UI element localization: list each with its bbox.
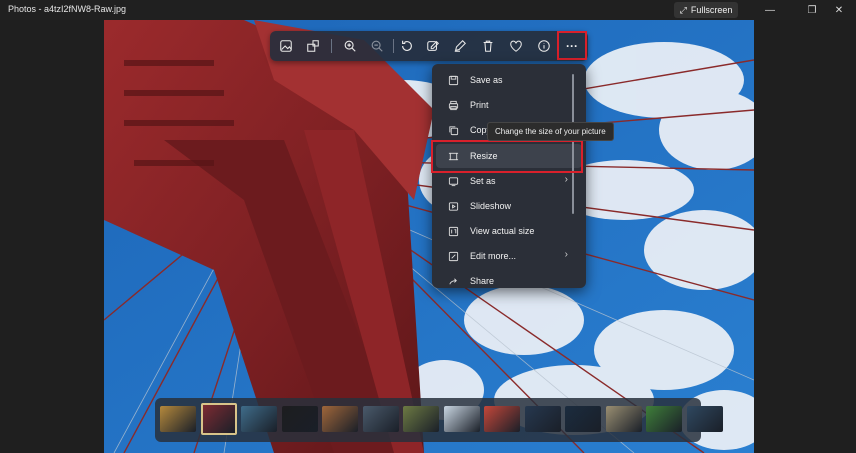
resize-tooltip: Change the size of your picture <box>487 122 614 141</box>
actual-size-icon <box>446 224 460 238</box>
fullscreen-button[interactable]: ⤢ Fullscreen <box>674 2 738 18</box>
filmstrip-thumbnail[interactable] <box>524 406 561 432</box>
share-icon <box>446 274 460 288</box>
menu-item-label: Slideshow <box>470 201 512 211</box>
photo-toolbar: ··· <box>270 31 588 61</box>
fullscreen-label: Fullscreen <box>690 5 733 15</box>
delete-icon[interactable] <box>478 36 498 56</box>
filmstrip-thumbnail[interactable] <box>686 406 723 432</box>
edit-image-icon[interactable] <box>423 36 443 56</box>
zoom-out-icon[interactable] <box>367 36 387 56</box>
filmstrip-thumbnail[interactable] <box>484 406 520 432</box>
menu-item-label: Share <box>470 276 495 286</box>
close-button[interactable]: ✕ <box>822 0 856 20</box>
set-as-icon <box>446 174 460 188</box>
zoom-in-icon[interactable] <box>340 36 360 56</box>
filmstrip-thumbnail[interactable] <box>362 406 399 432</box>
menu-item-label: Print <box>470 100 489 110</box>
title-bar: Photos - a4tzI2fNW8-Raw.jpg ⤢ Fullscreen… <box>0 0 856 20</box>
resize-item-highlight <box>431 140 583 173</box>
crop-icon[interactable] <box>303 36 323 56</box>
draw-icon[interactable] <box>450 36 470 56</box>
filmstrip-thumbnail[interactable] <box>241 406 277 432</box>
info-icon[interactable] <box>534 36 554 56</box>
menu-item-edit-more[interactable]: Edit more... › <box>436 244 582 268</box>
more-options-menu: Save as Print Copy Resize Set as › Slide… <box>432 64 586 288</box>
filmstrip-thumbnail[interactable] <box>443 406 480 432</box>
menu-item-label: View actual size <box>470 226 535 236</box>
edit-more-icon <box>446 249 460 263</box>
print-icon <box>446 98 460 112</box>
chevron-right-icon: › <box>564 249 568 260</box>
filmstrip-thumbnail[interactable] <box>322 406 358 432</box>
toolbar-divider <box>393 39 394 53</box>
close-icon: ✕ <box>834 4 844 16</box>
maximize-icon: ❐ <box>807 4 817 16</box>
menu-item-view-actual-size[interactable]: View actual size <box>436 219 582 243</box>
toolbar-divider <box>331 39 332 53</box>
minimize-icon: — <box>765 4 775 16</box>
menu-item-label: Edit more... <box>470 251 517 261</box>
minimize-button[interactable]: — <box>753 0 787 20</box>
slideshow-icon <box>446 199 460 213</box>
menu-item-slideshow[interactable]: Slideshow <box>436 194 582 218</box>
menu-item-label: Set as <box>470 176 496 186</box>
filmstrip-thumbnail[interactable] <box>646 406 682 432</box>
save-icon <box>446 73 460 87</box>
image-icon[interactable] <box>276 36 296 56</box>
fullscreen-icon: ⤢ <box>679 4 687 15</box>
menu-item-label: Save as <box>470 75 503 85</box>
favorite-icon[interactable] <box>506 36 526 56</box>
more-button-highlight <box>557 31 587 60</box>
filmstrip-thumbnail[interactable] <box>160 406 196 432</box>
copy-icon <box>446 123 460 137</box>
filmstrip-thumbnail[interactable] <box>565 406 601 432</box>
filmstrip-thumbnail[interactable] <box>200 403 237 435</box>
filmstrip-thumbnail[interactable] <box>605 406 642 432</box>
photo-image <box>104 20 754 453</box>
filmstrip <box>155 398 723 442</box>
chevron-right-icon: › <box>564 174 568 185</box>
filmstrip-thumbnail[interactable] <box>281 406 318 432</box>
photo-canvas[interactable] <box>104 20 754 453</box>
rotate-icon[interactable] <box>397 36 417 56</box>
menu-item-share[interactable]: Share <box>436 269 582 288</box>
window-title: Photos - a4tzI2fNW8-Raw.jpg <box>8 4 127 14</box>
menu-item-save-as[interactable]: Save as <box>436 68 582 92</box>
filmstrip-thumbnail[interactable] <box>403 406 439 432</box>
menu-item-print[interactable]: Print <box>436 93 582 117</box>
